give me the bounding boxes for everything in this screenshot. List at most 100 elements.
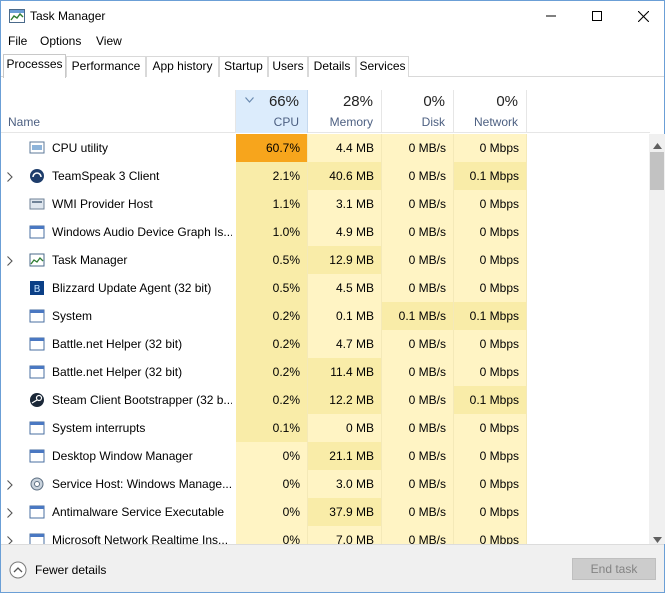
tab-details[interactable]: Details	[308, 56, 356, 77]
expand-chevron-icon[interactable]	[7, 255, 13, 269]
tab-services[interactable]: Services	[356, 56, 409, 77]
header-network-percent: 0%	[496, 93, 518, 110]
process-row[interactable]: CPU utility 60.7% 4.4 MB 0 MB/s 0 Mbps	[1, 134, 650, 162]
memory-cell: 21.1 MB	[308, 442, 382, 470]
task-manager-app-icon	[9, 9, 25, 23]
scroll-up-icon[interactable]	[653, 138, 662, 152]
process-row[interactable]: Service Host: Windows Manage... 0% 3.0 MB 0…	[1, 470, 650, 498]
cpu-cell: 0.2%	[236, 330, 308, 358]
wmi-host-icon	[29, 196, 45, 212]
tab-strip: Processes Performance App history Startu…	[1, 54, 664, 78]
disk-cell: 0 MB/s	[382, 386, 454, 414]
process-row[interactable]: Task Manager 0.5% 12.9 MB 0 MB/s 0 Mbps	[1, 246, 650, 274]
tab-performance[interactable]: Performance	[66, 56, 146, 77]
fewer-details-icon[interactable]	[9, 561, 27, 579]
process-name: Blizzard Update Agent (32 bit)	[52, 281, 212, 295]
service-host-icon	[29, 476, 45, 492]
menu-bar: File Options View	[1, 31, 664, 51]
teamspeak-icon	[29, 168, 45, 184]
tab-startup[interactable]: Startup	[219, 56, 268, 77]
tab-users[interactable]: Users	[268, 56, 308, 77]
process-name: Windows Audio Device Graph Is...	[52, 225, 232, 239]
process-row[interactable]: Microsoft Network Realtime Ins... 0% 7.0 M…	[1, 526, 650, 544]
network-cell: 0.1 Mbps	[454, 386, 527, 414]
minimize-button[interactable]	[528, 1, 574, 31]
cpu-cell: 0.5%	[236, 274, 308, 302]
process-row[interactable]: System interrupts 0.1% 0 MB 0 MB/s 0 Mbps	[1, 414, 650, 442]
blizzard-icon: B	[29, 280, 45, 296]
process-row[interactable]: Steam Client Bootstrapper (32 b... 0.2% 12…	[1, 386, 650, 414]
end-task-button[interactable]: End task	[572, 558, 656, 580]
memory-cell: 3.0 MB	[308, 470, 382, 498]
tab-app-history[interactable]: App history	[146, 56, 219, 77]
header-memory-percent: 28%	[342, 93, 373, 110]
title-bar[interactable]: Task Manager	[1, 1, 664, 31]
tab-processes[interactable]: Processes	[3, 54, 66, 78]
maximize-button[interactable]	[574, 1, 620, 31]
header-memory-label: Memory	[329, 115, 373, 129]
process-row[interactable]: TeamSpeak 3 Client 2.1% 40.6 MB 0 MB/s 0.1 M…	[1, 162, 650, 190]
sort-descending-icon	[245, 92, 254, 106]
network-cell: 0 Mbps	[454, 498, 527, 526]
header-name-label: Name	[8, 115, 41, 129]
process-row[interactable]: Antimalware Service Executable 0% 37.9 MB 0…	[1, 498, 650, 526]
disk-cell: 0 MB/s	[382, 526, 454, 544]
fewer-details-link[interactable]: Fewer details	[35, 563, 106, 577]
process-name: System	[52, 309, 93, 323]
header-disk-percent: 0%	[423, 93, 445, 110]
cpu-cell: 1.1%	[236, 190, 308, 218]
header-memory[interactable]: 28% Memory	[308, 90, 382, 133]
column-header: Name 66% CPU 28% Memory 0% Disk 0% Netwo…	[1, 90, 650, 133]
window-title: Task Manager	[30, 9, 106, 23]
header-network[interactable]: 0% Network	[454, 90, 527, 133]
process-row[interactable]: Battle.net Helper (32 bit) 0.2% 4.7 MB 0 MB…	[1, 330, 650, 358]
header-cpu-label: CPU	[273, 115, 299, 129]
vertical-scrollbar[interactable]	[649, 134, 665, 544]
system-icon	[29, 308, 45, 324]
svg-text:B: B	[34, 284, 41, 295]
expand-chevron-icon[interactable]	[7, 535, 13, 544]
process-row[interactable]: System 0.2% 0.1 MB 0.1 MB/s 0.1 Mbps	[1, 302, 650, 330]
network-realtime-icon	[29, 532, 45, 544]
system-interrupts-icon	[29, 420, 45, 436]
memory-cell: 7.0 MB	[308, 526, 382, 544]
header-disk[interactable]: 0% Disk	[382, 90, 454, 133]
network-cell: 0 Mbps	[454, 246, 527, 274]
menu-options[interactable]: Options	[40, 34, 81, 48]
memory-cell: 4.9 MB	[308, 218, 382, 246]
header-name[interactable]: Name	[1, 90, 236, 133]
process-row[interactable]: Desktop Window Manager 0% 21.1 MB 0 MB/s 0 M…	[1, 442, 650, 470]
expand-chevron-icon[interactable]	[7, 507, 13, 521]
process-row[interactable]: WMI Provider Host 1.1% 3.1 MB 0 MB/s 0 Mbps	[1, 190, 650, 218]
disk-cell: 0 MB/s	[382, 442, 454, 470]
expand-chevron-icon[interactable]	[7, 479, 13, 493]
memory-cell: 0 MB	[308, 414, 382, 442]
process-name: Steam Client Bootstrapper (32 b...	[52, 393, 232, 407]
disk-cell: 0 MB/s	[382, 414, 454, 442]
antimalware-icon	[29, 504, 45, 520]
network-cell: 0.1 Mbps	[454, 162, 527, 190]
menu-view[interactable]: View	[96, 34, 122, 48]
process-name: Service Host: Windows Manage...	[52, 477, 232, 491]
memory-cell: 4.4 MB	[308, 134, 382, 162]
network-cell: 0.1 Mbps	[454, 302, 527, 330]
process-row[interactable]: Battle.net Helper (32 bit) 0.2% 11.4 MB 0 M…	[1, 358, 650, 386]
cpu-cell: 0.5%	[236, 246, 308, 274]
network-cell: 0 Mbps	[454, 358, 527, 386]
process-row[interactable]: B Blizzard Update Agent (32 bit) 0.5% 4.5 M…	[1, 274, 650, 302]
memory-cell: 37.9 MB	[308, 498, 382, 526]
process-row[interactable]: Windows Audio Device Graph Is... 1.0% 4.9 …	[1, 218, 650, 246]
network-cell: 0 Mbps	[454, 330, 527, 358]
process-name: Battle.net Helper (32 bit)	[52, 365, 183, 379]
header-cpu[interactable]: 66% CPU	[236, 90, 308, 133]
audio-device-icon	[29, 224, 45, 240]
cpu-cell: 0%	[236, 498, 308, 526]
cpu-cell: 1.0%	[236, 218, 308, 246]
scrollbar-thumb[interactable]	[650, 152, 664, 190]
process-name: Antimalware Service Executable	[52, 505, 225, 519]
close-button[interactable]	[620, 1, 665, 31]
memory-cell: 4.5 MB	[308, 274, 382, 302]
expand-chevron-icon[interactable]	[7, 171, 13, 185]
process-list: CPU utility 60.7% 4.4 MB 0 MB/s 0 Mbps TeamSp…	[1, 134, 650, 544]
menu-file[interactable]: File	[8, 34, 27, 48]
